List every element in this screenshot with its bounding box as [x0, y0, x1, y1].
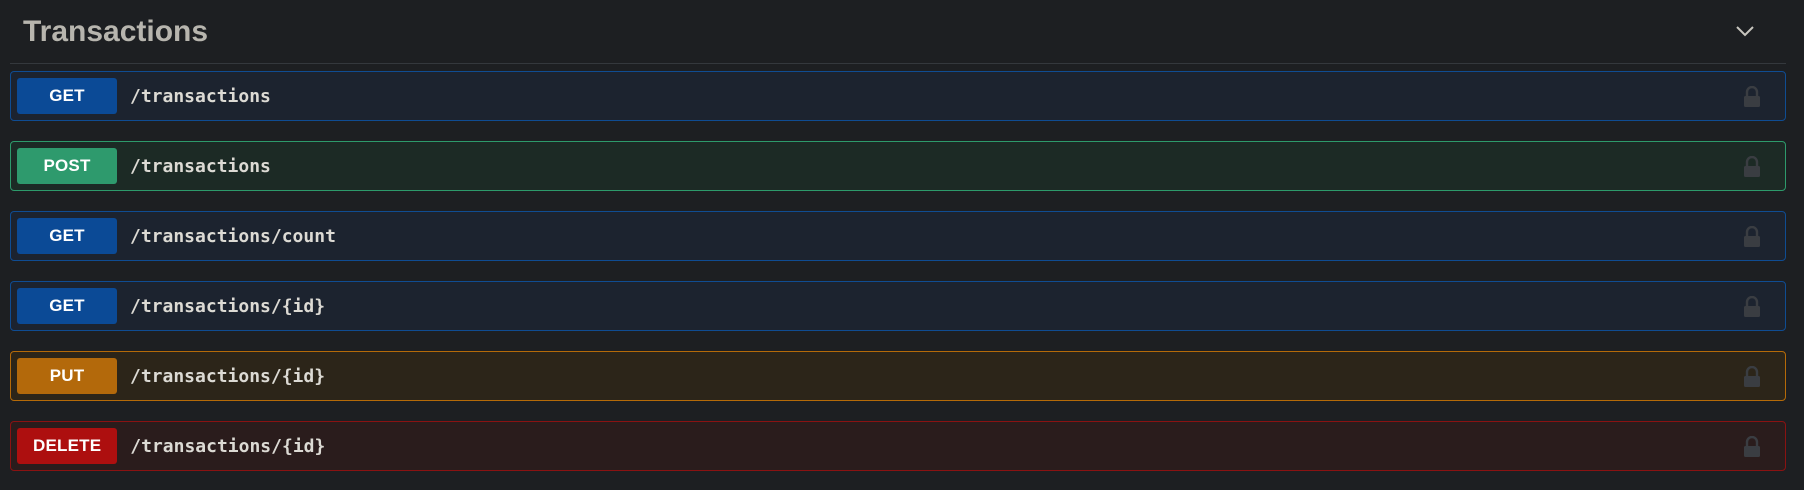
- tag-title: Transactions: [23, 14, 209, 48]
- lock-icon[interactable]: [1741, 294, 1763, 320]
- lock-icon[interactable]: [1741, 154, 1763, 180]
- method-badge: GET: [17, 288, 117, 324]
- lock-icon[interactable]: [1741, 84, 1763, 110]
- operation-put-transaction-by-id[interactable]: PUT /transactions/{id}: [10, 351, 1786, 401]
- operation-path: /transactions: [130, 155, 271, 177]
- tag-header[interactable]: Transactions: [10, 0, 1786, 64]
- method-badge: GET: [17, 218, 117, 254]
- chevron-down-icon[interactable]: [1732, 19, 1758, 43]
- method-badge: POST: [17, 148, 117, 184]
- operation-post-transactions[interactable]: POST /transactions: [10, 141, 1786, 191]
- operation-path: /transactions/{id}: [130, 435, 326, 457]
- operation-path: /transactions/count: [130, 225, 336, 247]
- operation-delete-transaction-by-id[interactable]: DELETE /transactions/{id}: [10, 421, 1786, 471]
- operation-path: /transactions/{id}: [130, 365, 326, 387]
- operation-get-transaction-by-id[interactable]: GET /transactions/{id}: [10, 281, 1786, 331]
- operation-path: /transactions/{id}: [130, 295, 326, 317]
- method-badge: GET: [17, 78, 117, 114]
- method-badge: PUT: [17, 358, 117, 394]
- tag-section-transactions: Transactions GET /transactions POST /tra…: [0, 0, 1804, 490]
- operation-path: /transactions: [130, 85, 271, 107]
- operation-get-transactions[interactable]: GET /transactions: [10, 71, 1786, 121]
- operations-list: GET /transactions POST /transactions GET: [10, 64, 1786, 471]
- lock-icon[interactable]: [1741, 224, 1763, 250]
- lock-icon[interactable]: [1741, 364, 1763, 390]
- lock-icon[interactable]: [1741, 434, 1763, 460]
- method-badge: DELETE: [17, 428, 118, 464]
- operation-get-transactions-count[interactable]: GET /transactions/count: [10, 211, 1786, 261]
